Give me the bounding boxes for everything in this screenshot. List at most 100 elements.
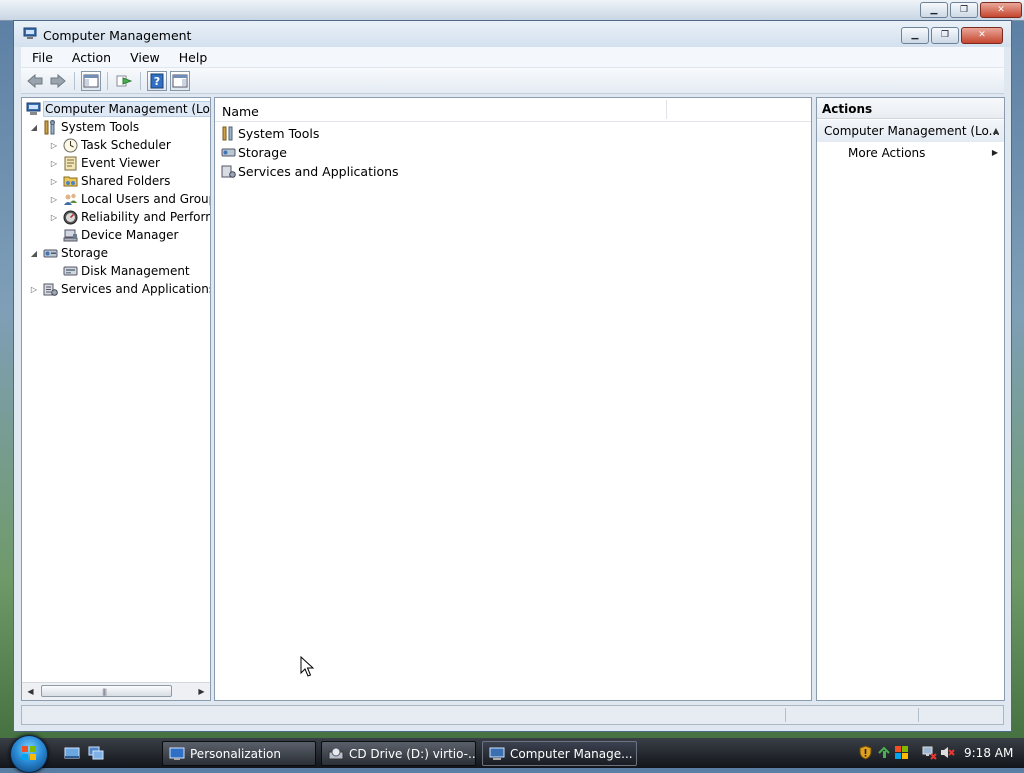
shared-folder-icon [62,173,78,189]
menu-view[interactable]: View [119,50,168,65]
status-bar [21,705,1004,725]
expand-arrow-icon[interactable]: ▷ [48,159,60,168]
expand-arrow-icon[interactable]: ▷ [48,141,60,150]
tree-label: Computer Management (Local) [43,101,210,117]
export-list-button[interactable] [114,71,134,91]
switch-windows-icon[interactable] [88,745,104,761]
taskbar-button-computer-management[interactable]: Computer Manage... [482,741,637,766]
windows-logo-icon [22,746,36,760]
list-item[interactable]: System Tools [220,124,319,142]
tree-horizontal-scrollbar[interactable]: ◀ ||| ▶ [22,682,210,700]
list-item-label: Services and Applications [238,163,399,179]
toolbar-separator [140,71,141,90]
tree-label: Services and Applications [61,282,211,296]
network-disconnected-icon[interactable] [922,745,937,760]
list-item[interactable]: Services and Applications [220,162,399,180]
windows-update-icon[interactable] [877,745,892,760]
disk-management-icon [62,263,78,279]
services-applications-icon [42,281,58,297]
scroll-right-icon[interactable]: ▶ [194,684,209,698]
column-divider[interactable] [666,100,667,119]
cd-drive-icon [328,747,344,759]
tree-label: Local Users and Groups [81,192,211,206]
volume-muted-icon[interactable] [940,745,955,760]
scrollbar-thumb[interactable]: ||| [41,685,172,697]
tree-item-device-manager[interactable]: Device Manager [48,226,178,244]
help-button[interactable]: ? [147,70,167,91]
storage-icon [42,245,58,261]
expand-arrow-icon[interactable]: ▷ [28,285,40,294]
system-tools-icon [220,125,236,141]
tree-item-services-applications[interactable]: ▷ Services and Applications [28,280,211,298]
expand-arrow-icon[interactable]: ▷ [48,195,60,204]
tree-item-storage[interactable]: ◢ Storage [28,244,108,262]
tree-item-shared-folders[interactable]: ▷ Shared Folders [48,172,170,190]
tree-item-computer-management[interactable]: Computer Management (Local) [23,100,210,118]
tree-item-event-viewer[interactable]: ▷ Event Viewer [48,154,160,172]
taskbar-button-cd-drive[interactable]: CD Drive (D:) virtio-... [321,741,476,766]
forward-icon [50,73,66,88]
clock[interactable]: 9:18 AM [964,746,1013,760]
back-button[interactable] [25,71,45,91]
window-controls: ▁ ❐ ✕ [901,27,1003,44]
window-title: Computer Management [43,28,192,43]
start-button[interactable] [10,735,48,773]
more-actions-link[interactable]: More Actions [848,146,925,160]
expand-arrow-icon[interactable]: ▷ [48,213,60,222]
tree-label: Task Scheduler [81,138,171,152]
show-hide-action-pane-button[interactable] [170,70,190,91]
submenu-arrow-icon[interactable]: ▶ [992,148,998,157]
toolbar-separator [74,71,75,90]
tree-item-disk-management[interactable]: Disk Management [48,262,190,280]
collapse-arrow-icon[interactable]: ◢ [28,123,40,132]
minimize-button[interactable]: ▁ [901,27,929,44]
event-viewer-icon [62,155,78,171]
background-restore-button[interactable]: ❐ [950,2,978,18]
menu-help[interactable]: Help [168,50,216,65]
action-center-icon[interactable] [894,745,909,760]
collapse-arrow-icon[interactable]: ◢ [28,249,40,258]
list-item[interactable]: Storage [220,143,287,161]
taskbar-button-label: Computer Manage... [510,746,633,761]
taskbar: Personalization CD Drive (D:) virtio-...… [0,735,1024,773]
restore-button[interactable]: ❐ [931,27,959,44]
tree-item-system-tools[interactable]: ◢ System Tools [28,118,139,136]
storage-icon [220,144,236,160]
status-divider [785,708,786,722]
taskbar-button-label: CD Drive (D:) virtio-... [349,746,476,761]
tree-label: Event Viewer [81,156,160,170]
taskbar-button-personalization[interactable]: Personalization [162,741,316,766]
forward-button[interactable] [48,71,68,91]
system-tools-icon [42,119,58,135]
scroll-left-icon[interactable]: ◀ [23,684,38,698]
background-close-button[interactable]: ✕ [980,2,1022,18]
close-button[interactable]: ✕ [961,27,1003,44]
actions-section-computer-management[interactable]: Computer Management (Lo... ▲ [817,120,1004,142]
tree-label: Device Manager [81,228,179,242]
security-shield-icon[interactable] [858,745,873,760]
svg-text:?: ? [154,75,160,88]
show-desktop-icon[interactable] [64,745,80,761]
device-manager-icon [62,227,78,243]
system-tray: 9:18 AM [855,741,1024,766]
show-hide-tree-button[interactable] [81,70,101,91]
list-column-header[interactable]: Name [215,98,811,122]
menu-action[interactable]: Action [61,50,119,65]
status-divider [918,708,919,722]
collapse-up-icon[interactable]: ▲ [993,126,999,135]
show-hide-action-pane-icon [172,74,188,87]
performance-gauge-icon [62,209,78,225]
tree-item-task-scheduler[interactable]: ▷ Task Scheduler [48,136,171,154]
scrollbar-grip-icon: ||| [102,688,107,696]
title-bar[interactable]: Computer Management ▁ ❐ ✕ [14,21,1011,47]
tree-label: System Tools [61,120,140,134]
tree-item-local-users-groups[interactable]: ▷ Local Users and Groups [48,190,211,208]
background-window-controls: ▁ ❐ ✕ [920,2,1022,18]
mouse-cursor-icon [300,656,314,677]
tree-item-reliability-performance[interactable]: ▷ Reliability and Performance [48,208,210,226]
tree-label: Storage [61,246,108,260]
tree-label: Reliability and Performance [81,210,210,224]
menu-file[interactable]: File [21,50,61,65]
expand-arrow-icon[interactable]: ▷ [48,177,60,186]
background-minimize-button[interactable]: ▁ [920,2,948,18]
